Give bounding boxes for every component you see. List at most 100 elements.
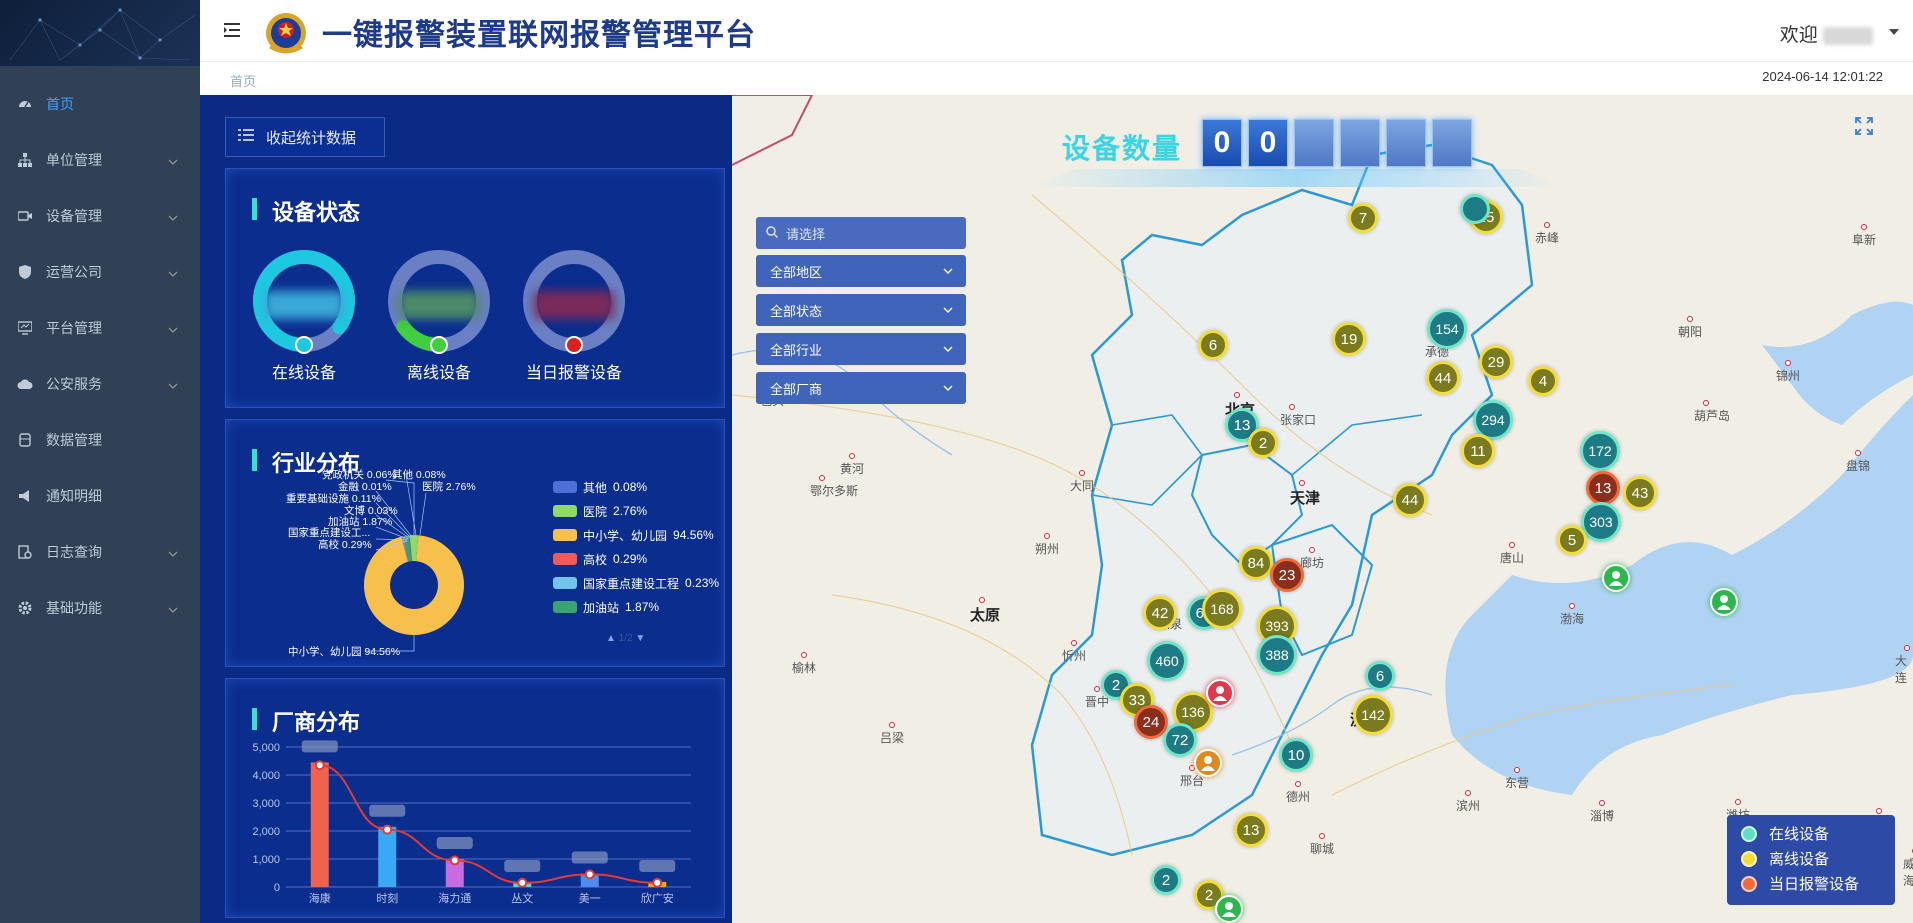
device-pin-icon[interactable]	[1206, 679, 1234, 707]
cluster-marker-off[interactable]: 168	[1202, 589, 1242, 629]
city-label: 鄂尔多斯	[810, 484, 859, 498]
cluster-marker-on[interactable]: 72	[1163, 723, 1197, 757]
legend-item[interactable]: 国家重点建设工程 0.23%	[553, 571, 723, 595]
breadcrumb[interactable]: 首页	[230, 71, 256, 90]
cluster-marker-off[interactable]: 5	[1557, 525, 1587, 555]
trend-point[interactable]	[517, 877, 528, 888]
sidebar-logo-banner	[0, 0, 200, 66]
device-pin-icon[interactable]	[1194, 749, 1222, 777]
fullscreen-icon[interactable]	[1855, 117, 1873, 140]
cluster-marker-on[interactable]: 172	[1580, 431, 1620, 471]
sidebar-item-3[interactable]: 运营公司	[0, 244, 200, 300]
sidebar-item-5[interactable]: 公安服务	[0, 356, 200, 412]
sidebar-item-8[interactable]: 日志查询	[0, 524, 200, 580]
map-legend-dot	[1741, 875, 1757, 892]
city-label: 廊坊	[1300, 556, 1325, 570]
cluster-marker-alarm[interactable]: 13	[1586, 471, 1620, 505]
cluster-marker-on[interactable]: 10	[1279, 738, 1313, 772]
cluster-marker-off[interactable]: 19	[1332, 322, 1366, 356]
cluster-count: 5	[1567, 531, 1577, 549]
gauge-0: 在线设备	[238, 247, 370, 383]
legend-item[interactable]: 其他 0.08%	[553, 475, 723, 499]
trend-point[interactable]	[652, 877, 663, 888]
search-select[interactable]: 请选择	[756, 217, 966, 249]
legend-item[interactable]: 中小学、幼儿园 94.56%	[553, 523, 723, 547]
cluster-count: 19	[1340, 330, 1358, 348]
cluster-marker-on[interactable]: 6	[1365, 661, 1395, 691]
map-legend-item[interactable]: 在线设备	[1741, 821, 1881, 846]
cluster-marker-off[interactable]: 6	[1198, 330, 1228, 360]
city-label: 赤峰	[1535, 231, 1560, 245]
trend-point[interactable]	[584, 869, 595, 880]
cluster-marker-on[interactable]: 460	[1147, 641, 1187, 681]
cluster-marker-off[interactable]: 44	[1426, 361, 1460, 395]
cluster-count: 13	[1242, 821, 1260, 839]
map-legend-dot	[1741, 825, 1757, 842]
cluster-marker-on[interactable]: 2	[1151, 865, 1181, 895]
trend-point[interactable]	[314, 760, 325, 771]
legend-item[interactable]: 高校 0.29%	[553, 547, 723, 571]
pie-label: 高校 0.29%	[318, 538, 372, 551]
device-pin-icon[interactable]	[1215, 895, 1243, 923]
bar[interactable]	[310, 762, 329, 887]
trend-point[interactable]	[382, 824, 393, 835]
filter-select-0[interactable]: 全部地区	[756, 255, 966, 287]
map-view[interactable]: 北京天津太原济南承德唐山廊坊张家口赤峰朝阳锦州阜新葫芦岛盘锦乌兰察布包头大同朔州…	[732, 95, 1913, 923]
database-icon	[16, 431, 34, 449]
cluster-marker-off[interactable]: 142	[1353, 695, 1393, 735]
map-legend-item[interactable]: 离线设备	[1741, 846, 1881, 871]
pie-label: 其他 0.08%	[392, 468, 446, 481]
cluster-marker-off[interactable]: 44	[1393, 483, 1427, 517]
map-legend-item[interactable]: 当日报警设备	[1741, 871, 1881, 896]
device-pin-icon[interactable]	[1602, 564, 1630, 592]
user-welcome[interactable]: 欢迎	[1780, 20, 1873, 47]
x-tick-label: 美一	[579, 892, 601, 905]
legend-item[interactable]: 医院 2.76%	[553, 499, 723, 523]
legend-pager-icon[interactable]: ▲ 1/2 ▼	[606, 633, 645, 644]
cluster-marker-on[interactable]: 388	[1257, 635, 1297, 675]
cluster-marker-off[interactable]: 11	[1461, 434, 1495, 468]
bar[interactable]	[378, 826, 397, 887]
cluster-marker-off[interactable]: 84	[1239, 546, 1273, 580]
city-label: 大同	[1070, 479, 1095, 493]
filter-select-1[interactable]: 全部状态	[756, 294, 966, 326]
filter-select-value: 全部地区	[770, 264, 823, 280]
city-marker	[1687, 316, 1693, 322]
city-label: 大连	[1895, 654, 1908, 685]
cluster-marker-off[interactable]: 2	[1248, 428, 1278, 458]
sidebar-item-6[interactable]: 数据管理	[0, 412, 200, 468]
collapse-stats-button[interactable]: 收起统计数据	[225, 117, 385, 157]
cluster-count: 172	[1588, 443, 1612, 459]
sidebar-item-7[interactable]: 通知明细	[0, 468, 200, 524]
hamburger-menu-icon[interactable]	[222, 20, 242, 40]
sidebar-item-1[interactable]: 单位管理	[0, 132, 200, 188]
cluster-marker-on[interactable]: 303	[1581, 502, 1621, 542]
cluster-marker-on[interactable]: 154	[1427, 309, 1467, 349]
filter-select-2[interactable]: 全部行业	[756, 333, 966, 365]
sidebar-item-2[interactable]: 设备管理	[0, 188, 200, 244]
cluster-marker-off[interactable]: 13	[1234, 813, 1268, 847]
legend-item[interactable]: 加油站 1.87%	[553, 595, 723, 619]
cluster-marker-off[interactable]: 29	[1479, 345, 1513, 379]
trend-point[interactable]	[449, 855, 460, 866]
y-tick-label: 4,000	[252, 770, 280, 782]
city-marker	[1509, 542, 1515, 548]
count-glow	[1032, 169, 1562, 187]
cluster-marker-off[interactable]: 4	[1528, 366, 1558, 396]
sidebar-item-4[interactable]: 平台管理	[0, 300, 200, 356]
monitor-icon	[16, 319, 34, 337]
city-label: 葫芦岛	[1694, 409, 1731, 423]
city-label: 聊城	[1310, 842, 1335, 856]
count-digit: 0	[1202, 119, 1242, 167]
cluster-marker-off[interactable]: 43	[1623, 476, 1657, 510]
cluster-marker-alarm[interactable]: 23	[1270, 558, 1304, 592]
cluster-marker-off[interactable]: 7	[1348, 203, 1378, 233]
cluster-marker-off[interactable]: 42	[1143, 596, 1177, 630]
device-pin-icon[interactable]	[1710, 588, 1738, 616]
sidebar-item-9[interactable]: 基础功能	[0, 580, 200, 636]
filter-select-3[interactable]: 全部厂商	[756, 372, 966, 404]
legend-item[interactable]: 文博 0.03%	[553, 619, 723, 625]
user-dropdown-caret-icon[interactable]	[1889, 29, 1899, 35]
city-marker	[1785, 360, 1791, 366]
sidebar-item-0[interactable]: 首页	[0, 76, 200, 132]
